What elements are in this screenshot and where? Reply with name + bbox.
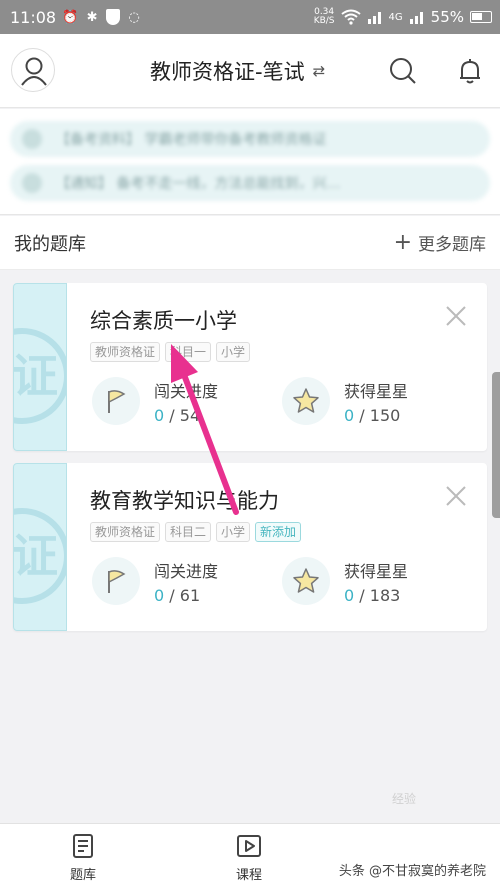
shield-icon xyxy=(106,9,121,25)
certificate-stamp: 证 xyxy=(14,328,66,424)
avatar[interactable] xyxy=(11,48,55,92)
star-icon xyxy=(282,557,330,605)
nav-question-bank[interactable]: 题库 xyxy=(53,832,113,883)
signal-2-icon xyxy=(409,12,423,24)
stars-done: 0 xyxy=(344,585,355,605)
status-time: 11:08 xyxy=(10,7,57,27)
bell-outline-icon: ◌ xyxy=(128,9,140,25)
watermark: 头条 @不甘寂寞的养老院 xyxy=(338,864,486,879)
card-stripe: 证 xyxy=(13,463,67,631)
app-header: 教师资格证-笔试 ⇄ xyxy=(0,34,500,108)
signal-icon xyxy=(367,12,381,24)
tag: 小学 xyxy=(216,522,251,542)
progress-total: / 61 xyxy=(169,585,201,605)
exam-switcher[interactable]: 教师资格证-笔试 ⇄ xyxy=(150,56,325,86)
tag: 教师资格证 xyxy=(90,522,161,542)
card-tags: 教师资格证 科目二 小学 新添加 xyxy=(90,522,302,542)
section-title: 我的题库 xyxy=(14,233,86,255)
nav-courses[interactable]: 课程 xyxy=(219,832,279,883)
question-bank-card[interactable]: 证 综合素质一小学 教师资格证 科目一 小学 闯关进度 0 / 54 获得星星 … xyxy=(13,283,487,451)
swap-icon: ⇄ xyxy=(312,62,326,80)
stars-stat: 获得星星 0 / 150 xyxy=(282,377,408,425)
network-type: 4G xyxy=(388,11,403,23)
bell-icon xyxy=(460,59,480,84)
net-speed-unit: KB/S xyxy=(313,16,335,26)
net-speed: 0.34 KB/S xyxy=(314,8,335,26)
stars-stat: 获得星星 0 / 183 xyxy=(282,557,408,605)
nav-label: 课程 xyxy=(235,868,262,883)
question-bank-icon xyxy=(73,834,93,858)
progress-stat: 闯关进度 0 / 61 xyxy=(92,557,218,605)
my-bank-header: 我的题库 + 更多题库 xyxy=(0,216,500,270)
card-stripe: 证 xyxy=(13,283,67,451)
notice-item[interactable]: 【备考资料】 学霸老师带你备考教师资格证 xyxy=(10,121,490,157)
plus-icon: + xyxy=(393,229,412,255)
notice-text: 【通知】 备考不走一线，方法总能找到，兴… xyxy=(56,176,341,192)
course-play-icon xyxy=(237,835,261,857)
bottom-nav: 题库 课程 头条 @不甘寂寞的养老院 xyxy=(0,823,500,889)
stars-total: / 183 xyxy=(359,585,401,605)
progress-stat: 闯关进度 0 / 54 xyxy=(92,377,218,425)
remove-card-button[interactable] xyxy=(445,305,467,327)
bluetooth-icon: ✱ xyxy=(86,9,98,25)
question-bank-card[interactable]: 证 教育教学知识与能力 教师资格证 科目二 小学 新添加 闯关进度 0 / 61… xyxy=(13,463,487,631)
user-icon xyxy=(21,57,47,86)
progress-done: 0 xyxy=(154,585,165,605)
close-icon xyxy=(446,486,466,506)
alarm-icon: ⏰ xyxy=(62,9,79,25)
notice-icon xyxy=(22,173,42,193)
new-badge: 新添加 xyxy=(255,522,302,542)
flag-icon xyxy=(92,377,140,425)
close-icon xyxy=(446,306,466,326)
tag: 科目一 xyxy=(165,342,212,362)
stars-total: / 150 xyxy=(359,405,401,425)
star-icon xyxy=(282,377,330,425)
nav-label: 题库 xyxy=(69,868,96,883)
stars-label: 获得星星 xyxy=(344,561,409,581)
more-banks-label: 更多题库 xyxy=(418,235,486,255)
battery-percent: 55% xyxy=(430,8,464,26)
progress-total: / 54 xyxy=(169,405,201,425)
page-title: 教师资格证-笔试 xyxy=(150,60,305,84)
search-button[interactable] xyxy=(388,56,418,86)
tag: 科目二 xyxy=(165,522,212,542)
notice-icon xyxy=(22,129,42,149)
search-icon xyxy=(390,58,416,84)
remove-card-button[interactable] xyxy=(445,485,467,507)
notice-item[interactable]: 【通知】 备考不走一线，方法总能找到，兴… xyxy=(10,165,490,201)
scroll-handle[interactable] xyxy=(492,372,500,518)
stars-done: 0 xyxy=(344,405,355,425)
progress-label: 闯关进度 xyxy=(154,381,219,401)
notice-text: 【备考资料】 学霸老师带你备考教师资格证 xyxy=(56,132,327,148)
tag: 教师资格证 xyxy=(90,342,161,362)
battery-icon xyxy=(470,11,492,23)
card-title: 综合素质一小学 xyxy=(90,309,237,333)
status-bar: 11:08 ⏰ ✱ ◌ 0.34 KB/S 4G 55% xyxy=(0,0,500,34)
more-banks-button[interactable]: + 更多题库 xyxy=(394,230,486,255)
flag-icon xyxy=(92,557,140,605)
notification-button[interactable] xyxy=(455,56,485,86)
faint-watermark: 经验 xyxy=(392,792,417,806)
tag: 小学 xyxy=(216,342,251,362)
card-title: 教育教学知识与能力 xyxy=(90,489,279,513)
progress-done: 0 xyxy=(154,405,165,425)
wifi-icon xyxy=(340,9,361,25)
stars-label: 获得星星 xyxy=(344,381,409,401)
progress-label: 闯关进度 xyxy=(154,561,219,581)
card-tags: 教师资格证 科目一 小学 xyxy=(90,342,251,362)
notice-list: 【备考资料】 学霸老师带你备考教师资格证 【通知】 备考不走一线，方法总能找到，… xyxy=(0,109,500,215)
certificate-stamp: 证 xyxy=(14,508,66,604)
